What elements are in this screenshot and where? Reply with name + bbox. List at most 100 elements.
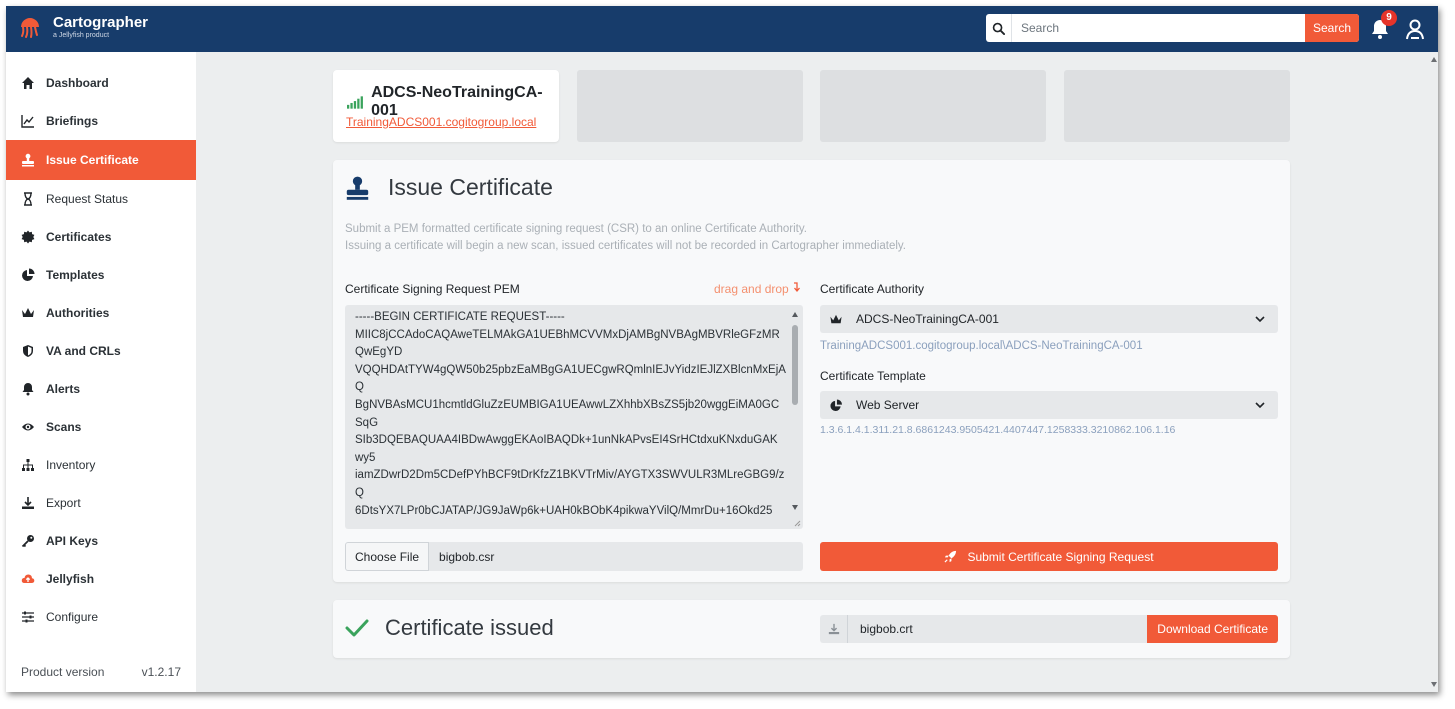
brand[interactable]: Cartographer a Jellyfish product: [18, 15, 148, 39]
download-icon: [21, 496, 35, 510]
crown-icon: [21, 306, 35, 320]
sidebar-item-inventory[interactable]: Inventory: [6, 446, 196, 484]
sidebar-item-scans[interactable]: Scans: [6, 408, 196, 446]
sidebar-item-va-and-crls[interactable]: VA and CRLs: [6, 332, 196, 370]
sidebar-item-label: Scans: [46, 420, 82, 434]
eye-icon: [21, 420, 35, 434]
sidebar-item-dashboard[interactable]: Dashboard: [6, 64, 196, 102]
certificate-issued-card: Certificate issued bigbob.crt Download C…: [333, 600, 1290, 658]
csr-textarea[interactable]: -----BEGIN CERTIFICATE REQUEST----- MIIC…: [345, 305, 803, 529]
template-select[interactable]: Web Server: [820, 391, 1278, 419]
crown-icon: [830, 314, 842, 323]
sidebar-item-label: API Keys: [46, 534, 99, 548]
user-account-icon[interactable]: [1404, 18, 1426, 40]
jellyfish-logo-icon: [21, 18, 39, 38]
ca-host-link[interactable]: TrainingADCS001.cogitogroup.local: [346, 115, 536, 129]
rocket-icon: [944, 550, 957, 563]
issued-file-name: bigbob.crt: [860, 622, 913, 636]
csr-scrollbar[interactable]: [791, 311, 799, 521]
sitemap-icon: [21, 458, 35, 472]
page-title: Issue Certificate: [388, 174, 553, 200]
sidebar-item-label: Jellyfish: [46, 572, 95, 586]
download-certificate-button[interactable]: Download Certificate: [1147, 615, 1278, 643]
sliders-icon: [21, 610, 35, 624]
ca-summary-card: ADCS-NeoTrainingCA-001 TrainingADCS001.c…: [333, 70, 559, 142]
ca-select-label: Certificate Authority: [820, 282, 925, 296]
ca-select-value: ADCS-NeoTrainingCA-001: [856, 312, 999, 326]
selected-file-name: bigbob.csr: [439, 549, 495, 564]
cloud-upload-icon: [21, 572, 35, 586]
sidebar-item-label: Inventory: [46, 458, 96, 472]
sidebar-item-label: Issue Certificate: [46, 153, 139, 167]
page-description: Submit a PEM formatted certificate signi…: [345, 221, 906, 255]
notification-count-badge: 9: [1381, 10, 1397, 26]
sidebar-item-issue-certificate[interactable]: Issue Certificate: [6, 140, 196, 180]
stamp-icon: [21, 153, 35, 167]
placeholder-card: [577, 70, 803, 142]
pie-chart-icon: [21, 268, 35, 282]
issued-title: Certificate issued: [385, 615, 554, 640]
sidebar-item-authorities[interactable]: Authorities: [6, 294, 196, 332]
checkmark-icon: [345, 619, 369, 637]
top-navbar: Cartographer a Jellyfish product Search …: [6, 6, 1438, 52]
sidebar-item-export[interactable]: Export: [6, 484, 196, 522]
template-select-value: Web Server: [856, 398, 920, 412]
resize-grip-icon[interactable]: [793, 519, 801, 527]
submit-csr-label: Submit Certificate Signing Request: [967, 549, 1154, 564]
ca-path: TrainingADCS001.cogitogroup.local\ADCS-N…: [820, 340, 1143, 352]
chart-line-icon: [21, 114, 35, 128]
csr-text: -----BEGIN CERTIFICATE REQUEST----- MIIC…: [355, 311, 786, 517]
sidebar-item-certificates[interactable]: Certificates: [6, 218, 196, 256]
pie-chart-icon: [830, 398, 843, 411]
scroll-up-icon[interactable]: [1430, 56, 1438, 63]
submit-csr-button[interactable]: Submit Certificate Signing Request: [820, 542, 1278, 571]
search-icon: [986, 14, 1012, 42]
sidebar-item-label: Alerts: [46, 382, 81, 396]
product-version-label: Product version: [21, 665, 105, 679]
product-version-value: v1.2.17: [141, 665, 181, 679]
download-icon: [820, 615, 848, 643]
scroll-down-icon[interactable]: [791, 504, 799, 511]
drag-and-drop-label: drag and drop: [714, 282, 789, 296]
description-line: Submit a PEM formatted certificate signi…: [345, 223, 807, 235]
sidebar-item-label: Authorities: [46, 306, 110, 320]
app-window: Cartographer a Jellyfish product Search …: [6, 6, 1438, 692]
home-icon: [21, 76, 35, 90]
sidebar-item-label: Dashboard: [46, 76, 109, 90]
placeholder-card: [1064, 70, 1290, 142]
sidebar-item-briefings[interactable]: Briefings: [6, 102, 196, 140]
page-scrollbar[interactable]: [1430, 52, 1438, 692]
chevron-down-icon: [1255, 402, 1265, 409]
file-picker[interactable]: Choose File bigbob.csr: [345, 542, 803, 571]
product-version: Product version v1.2.17: [21, 665, 181, 679]
choose-file-button[interactable]: Choose File: [345, 542, 430, 571]
bell-icon: [21, 382, 35, 396]
sidebar-item-templates[interactable]: Templates: [6, 256, 196, 294]
placeholder-card: [820, 70, 1046, 142]
sidebar-item-api-keys[interactable]: API Keys: [6, 522, 196, 560]
certificate-icon: [21, 230, 35, 244]
scroll-down-icon[interactable]: [1430, 681, 1438, 688]
scroll-up-icon[interactable]: [791, 311, 799, 318]
search-button[interactable]: Search: [1305, 14, 1359, 42]
hourglass-icon: [21, 192, 35, 206]
chevron-down-icon: [1255, 316, 1265, 323]
sidebar: Dashboard Briefings Issue Certificate Re…: [6, 52, 196, 692]
app-subtitle: a Jellyfish product: [53, 32, 110, 39]
key-icon: [21, 534, 35, 548]
ca-select[interactable]: ADCS-NeoTrainingCA-001: [820, 305, 1278, 333]
sidebar-item-label: Briefings: [46, 114, 99, 128]
template-select-label: Certificate Template: [820, 369, 926, 383]
app-name: Cartographer: [53, 14, 149, 31]
download-row: bigbob.crt Download Certificate: [820, 615, 1278, 643]
sidebar-item-label: Certificates: [46, 230, 112, 244]
signal-strength-icon: [347, 95, 363, 109]
sidebar-item-jellyfish[interactable]: Jellyfish: [6, 560, 196, 598]
stamp-icon: [346, 176, 369, 200]
sidebar-item-alerts[interactable]: Alerts: [6, 370, 196, 408]
scroll-thumb[interactable]: [792, 325, 798, 405]
sidebar-item-configure[interactable]: Configure: [6, 598, 196, 636]
sidebar-item-request-status[interactable]: Request Status: [6, 180, 196, 218]
sidebar-item-label: Templates: [46, 268, 105, 282]
search-input[interactable]: [1012, 14, 1305, 42]
